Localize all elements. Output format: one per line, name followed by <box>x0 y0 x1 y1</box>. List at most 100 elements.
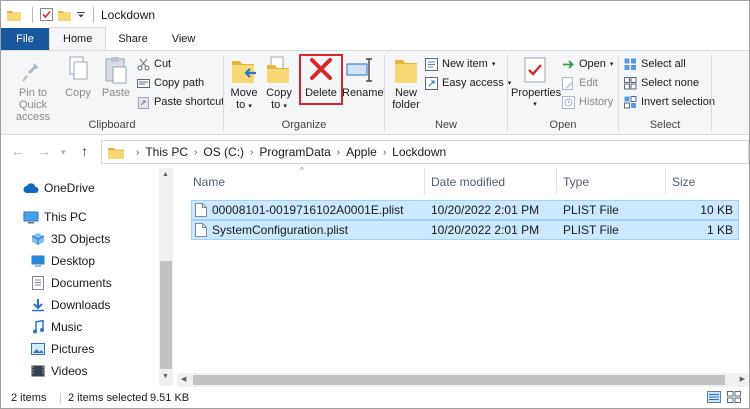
scroll-right-icon[interactable]: ▶ <box>740 375 745 383</box>
copy-to-button[interactable]: Copy to ▾ <box>262 55 296 113</box>
paste-label: Paste <box>101 87 131 99</box>
tab-home[interactable]: Home <box>49 27 107 50</box>
folder-icon <box>108 147 124 159</box>
open-button[interactable]: Open ▾ <box>562 55 613 73</box>
sidebar-item-documents[interactable]: Documents <box>30 273 112 293</box>
column-header-type[interactable]: Type <box>557 169 665 196</box>
copy-button[interactable]: Copy <box>61 55 95 99</box>
customize-qa-dropdown-icon[interactable] <box>74 1 88 28</box>
file-row[interactable]: SystemConfiguration.plist 10/20/2022 2:0… <box>191 220 739 240</box>
sidebar-item-onedrive[interactable]: OneDrive <box>23 178 95 198</box>
file-row[interactable]: 00008101-0019716102A0001E.plist 10/20/20… <box>191 200 739 220</box>
move-to-icon <box>232 61 256 83</box>
new-folder-qa-icon[interactable] <box>54 1 74 28</box>
pin-to-quick-access-button[interactable]: Pin to Quick access <box>5 55 61 123</box>
properties-dropdown-icon: ▾ <box>533 101 537 108</box>
sidebar-item-downloads[interactable]: Downloads <box>30 295 110 315</box>
horizontal-scroll-thumb[interactable] <box>193 375 725 385</box>
new-folder-icon <box>395 60 417 83</box>
invert-selection-icon <box>624 95 637 109</box>
delete-highlight-box <box>299 54 343 105</box>
sidebar-item-desktop[interactable]: Desktop <box>30 251 95 271</box>
history-label: History <box>579 96 614 108</box>
scroll-down-icon[interactable]: ▼ <box>162 373 169 380</box>
breadcrumb-chevron-icon[interactable]: › <box>337 147 340 158</box>
back-arrow-icon[interactable]: ← <box>11 143 25 159</box>
move-to-button[interactable]: Move to ▾ <box>227 55 261 113</box>
new-item-button[interactable]: New item ▾ <box>425 55 495 73</box>
history-icon <box>562 95 575 109</box>
select-none-button[interactable]: Select none <box>624 74 699 92</box>
breadcrumb-this-pc[interactable]: This PC <box>145 145 188 159</box>
title-divider <box>93 6 94 23</box>
paste-shortcut-button[interactable]: Paste shortcut <box>137 93 224 111</box>
scroll-up-icon[interactable]: ▲ <box>162 171 169 178</box>
pin-label: Pin to Quick <box>18 87 48 111</box>
edit-button[interactable]: Edit <box>562 74 598 92</box>
breadcrumb-os-c[interactable]: OS (C:) <box>203 145 244 159</box>
tab-share[interactable]: Share <box>106 28 159 50</box>
move-to-label-line2: to ▾ <box>236 99 252 111</box>
column-header-date-modified[interactable]: Date modified <box>425 169 556 196</box>
tab-view[interactable]: View <box>160 28 208 50</box>
breadcrumb-chevron-icon[interactable]: › <box>250 147 253 158</box>
address-bar[interactable]: › This PC › OS (C:) › ProgramData › Appl… <box>101 140 749 164</box>
new-group: New folder New item ▾ Easy access ▾ New <box>385 51 511 135</box>
pin-icon <box>22 58 39 82</box>
sidebar-item-music[interactable]: Music <box>30 317 82 337</box>
navigation-pane-scroll-thumb[interactable] <box>160 261 172 369</box>
forward-arrow-icon[interactable]: → <box>37 143 51 159</box>
easy-access-icon <box>425 76 438 90</box>
sidebar-item-pictures[interactable]: Pictures <box>30 339 94 359</box>
rename-label: Rename <box>342 87 384 99</box>
breadcrumb-lockdown[interactable]: Lockdown <box>392 145 446 159</box>
rename-button[interactable]: Rename <box>342 55 384 99</box>
sidebar-item-videos[interactable]: Videos <box>30 361 87 381</box>
file-icon <box>195 203 207 220</box>
invert-selection-button[interactable]: Invert selection <box>624 93 715 111</box>
details-view-icon[interactable] <box>707 391 721 406</box>
selected-count: 2 items selected <box>68 392 148 404</box>
file-list: ^ Name Date modified Type Size 00008101-… <box>173 166 749 386</box>
easy-access-button[interactable]: Easy access ▾ <box>425 74 511 92</box>
title-divider <box>32 6 33 23</box>
scroll-left-icon[interactable]: ◀ <box>181 375 186 383</box>
file-type: PLIST File <box>563 203 619 217</box>
new-group-label: New <box>434 119 457 131</box>
file-explorer-window: Lockdown File Home Share View Pin to Qui… <box>0 0 750 409</box>
select-none-label: Select none <box>641 77 700 89</box>
properties-checkbox-icon[interactable] <box>38 1 54 28</box>
breadcrumb-chevron-icon[interactable]: › <box>383 147 386 158</box>
cut-button[interactable]: Cut <box>137 55 171 73</box>
video-icon <box>30 364 46 378</box>
new-item-icon <box>425 57 438 71</box>
breadcrumb-chevron-icon[interactable]: › <box>136 147 139 158</box>
item-count: 2 items <box>11 392 47 404</box>
new-folder-label-line2: folder <box>392 99 420 111</box>
sidebar-item-this-pc[interactable]: This PC <box>23 207 87 227</box>
column-header-name[interactable]: Name <box>187 169 425 196</box>
new-folder-button[interactable]: New folder <box>387 55 425 111</box>
up-arrow-icon[interactable]: ↑ <box>81 143 88 159</box>
copy-path-button[interactable]: Copy path <box>137 74 204 92</box>
file-size: 1 KB <box>706 223 733 237</box>
status-divider: | <box>59 392 62 404</box>
tab-file[interactable]: File <box>1 28 49 50</box>
recent-locations-chevron-icon[interactable]: ▾ <box>61 147 66 158</box>
status-bar: 2 items | 2 items selected 9.51 KB <box>1 388 749 408</box>
column-header-size[interactable]: Size <box>666 169 740 196</box>
folder-icon[interactable] <box>1 1 27 28</box>
breadcrumb-chevron-icon[interactable]: › <box>194 147 197 158</box>
navigation-row: ← → ▾ ↑ › This PC › OS (C:) › ProgramDat… <box>1 135 749 167</box>
history-button[interactable]: History <box>562 93 613 111</box>
properties-button[interactable]: Properties ▾ <box>511 55 561 111</box>
large-icons-view-icon[interactable] <box>727 391 741 406</box>
clipboard-group: Pin to Quick access Copy Paste Cut Copy … <box>1 51 224 135</box>
select-all-button[interactable]: Select all <box>624 55 686 73</box>
paste-button[interactable]: Paste <box>98 55 134 99</box>
open-dropdown-icon: ▾ <box>609 61 614 68</box>
sidebar-item-3d-objects[interactable]: 3D Objects <box>30 229 110 249</box>
file-icon <box>195 223 207 240</box>
breadcrumb-programdata[interactable]: ProgramData <box>259 145 330 159</box>
breadcrumb-apple[interactable]: Apple <box>346 145 377 159</box>
